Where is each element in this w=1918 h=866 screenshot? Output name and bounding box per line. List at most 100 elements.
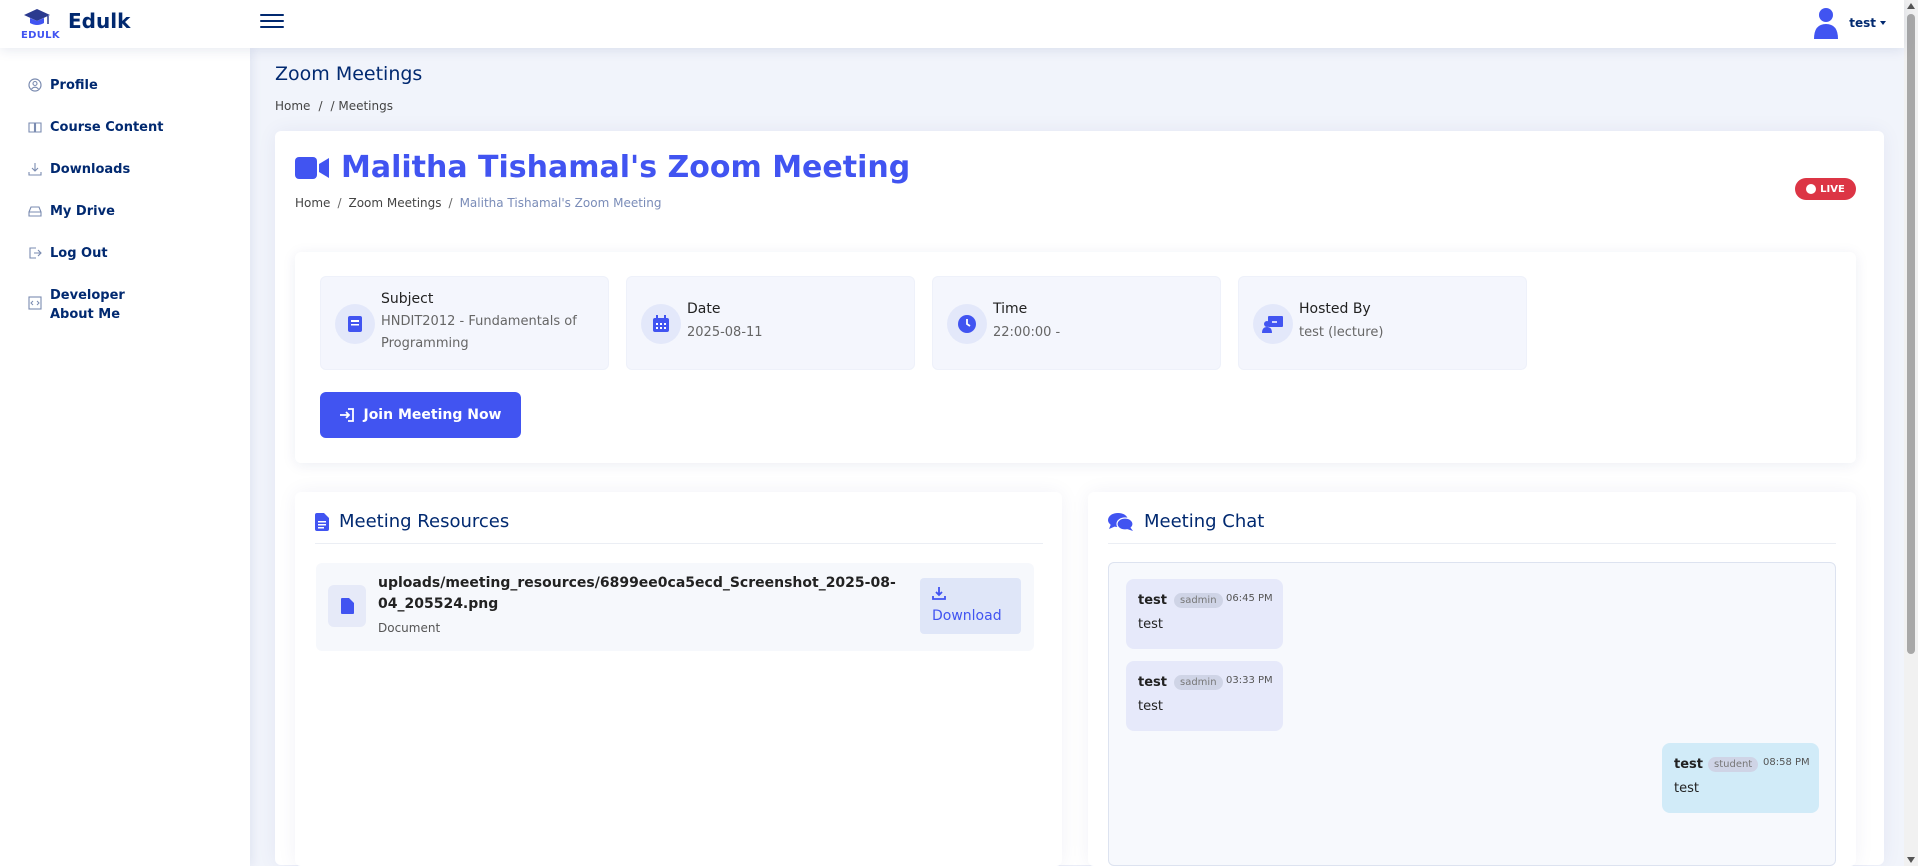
host-value: test (lecture) (1299, 325, 1384, 340)
message-text: test (1138, 617, 1163, 632)
download-button[interactable]: Download (920, 578, 1021, 634)
message-user: test (1138, 675, 1167, 690)
meeting-title: Malitha Tishamal's Zoom Meeting (341, 150, 911, 185)
breadcrumb-home-link[interactable]: Home (295, 196, 330, 210)
info-host: Hosted By test (lecture) (1238, 276, 1527, 370)
profile-dropdown[interactable]: test (1813, 6, 1886, 40)
meeting-title-row: Malitha Tishamal's Zoom Meeting (295, 150, 910, 185)
host-label: Hosted By (1299, 301, 1371, 317)
time-label: Time (993, 301, 1028, 317)
live-label: LIVE (1820, 183, 1845, 195)
logout-icon (29, 247, 42, 259)
page-title: Zoom Meetings (275, 63, 423, 85)
file-icon (315, 512, 329, 531)
subject-value: HNDIT2012 - Fundamentals of Programming (381, 314, 577, 351)
sidebar-item-log-out[interactable]: Log Out (28, 244, 108, 263)
breadcrumb: Home / / Meetings (275, 99, 401, 113)
resource-item: uploads/meeting_resources/6899ee0ca5ecd_… (316, 563, 1034, 651)
calendar-icon (641, 304, 681, 344)
resources-panel (295, 492, 1062, 866)
drive-icon (28, 206, 42, 217)
breadcrumb-current: / Meetings (330, 99, 393, 113)
sidebar-item-course-content[interactable]: Course Content (28, 118, 163, 137)
message-time: 03:33 PM (1226, 675, 1273, 686)
comments-icon (1108, 512, 1134, 531)
chat-title: Meeting Chat (1144, 511, 1265, 532)
logo-icon: EDULK (20, 2, 60, 44)
sidebar-item-developer[interactable]: Developer About Me (28, 286, 125, 324)
date-value: 2025-08-11 (687, 325, 763, 340)
presenter-icon (1253, 304, 1293, 344)
message-text: test (1674, 781, 1699, 796)
person-circle-icon (28, 78, 42, 92)
clock-icon (947, 304, 987, 344)
subject-label: Subject (381, 291, 434, 307)
sidebar-item-label: Course Content (50, 120, 164, 135)
chat-header: Meeting Chat (1108, 511, 1264, 532)
info-subject: Subject HNDIT2012 - Fundamentals of Prog… (320, 276, 609, 370)
info-time: Time 22:00:00 - (932, 276, 1221, 370)
user-avatar-icon (1813, 6, 1839, 40)
message-role-badge: sadmin (1174, 675, 1223, 690)
sign-in-icon (340, 408, 355, 422)
sidebar-item-label: Developer (50, 288, 125, 303)
logo[interactable]: EDULK Edulk (20, 2, 130, 44)
download-label: Download (932, 608, 1002, 624)
chat-message: test sadmin 03:33 PM test (1126, 661, 1283, 731)
page-scrollbar[interactable] (1904, 0, 1918, 866)
resources-header: Meeting Resources (315, 511, 509, 532)
header: EDULK Edulk test (0, 0, 1904, 48)
sidebar-item-downloads[interactable]: Downloads (28, 160, 130, 179)
sidebar-item-my-drive[interactable]: My Drive (28, 202, 115, 221)
join-meeting-button[interactable]: Join Meeting Now (320, 392, 521, 438)
file-icon (328, 585, 366, 627)
breadcrumb-separator: / (448, 196, 453, 210)
scroll-down-icon[interactable] (1907, 857, 1915, 863)
sidebar-item-label: My Drive (50, 204, 115, 219)
breadcrumb-zoom-meetings-link[interactable]: Zoom Meetings (348, 196, 441, 210)
breadcrumb-current: Malitha Tishamal's Zoom Meeting (459, 196, 662, 210)
book-icon (28, 122, 42, 133)
sidebar-item-label: Profile (50, 78, 98, 93)
message-time: 06:45 PM (1226, 593, 1273, 604)
book-icon (335, 304, 375, 344)
date-label: Date (687, 301, 721, 317)
divider (315, 543, 1043, 544)
join-meeting-label: Join Meeting Now (363, 407, 502, 423)
brand-name: Edulk (68, 9, 131, 33)
scrollbar-thumb[interactable] (1907, 14, 1915, 654)
sidebar-item-label: Log Out (50, 246, 108, 261)
live-dot-icon (1806, 184, 1817, 194)
message-role-badge: student (1708, 757, 1759, 772)
message-user: test (1674, 757, 1703, 772)
resource-name: uploads/meeting_resources/6899ee0ca5ecd_… (378, 575, 896, 612)
message-text: test (1138, 699, 1163, 714)
download-icon (932, 587, 946, 600)
chat-message-own: test student 08:58 PM test (1662, 743, 1819, 813)
sidebar-item-label: Downloads (50, 162, 131, 177)
breadcrumb-separator: / (318, 99, 323, 113)
resources-title: Meeting Resources (339, 511, 510, 532)
chat-message: test sadmin 06:45 PM test (1126, 579, 1283, 649)
time-value: 22:00:00 - (993, 325, 1061, 340)
info-date: Date 2025-08-11 (626, 276, 915, 370)
code-icon (28, 296, 42, 310)
video-camera-icon (295, 156, 329, 179)
breadcrumb-separator: / (337, 196, 342, 210)
sidebar-item-label-2: About Me (50, 307, 121, 322)
download-icon (28, 163, 42, 176)
chevron-down-icon (1880, 21, 1886, 25)
message-user: test (1138, 593, 1167, 608)
divider (1108, 543, 1836, 544)
message-role-badge: sadmin (1174, 593, 1223, 608)
live-status-badge: LIVE (1795, 178, 1856, 200)
profile-name: test (1849, 16, 1876, 30)
chat-messages: test sadmin 06:45 PM test test sadmin 03… (1108, 562, 1836, 866)
message-time: 08:58 PM (1763, 757, 1810, 768)
sidebar-toggle-icon[interactable] (260, 10, 284, 34)
breadcrumb-home-link[interactable]: Home (275, 99, 310, 113)
logo-small-text: EDULK (21, 30, 60, 41)
sidebar-item-profile[interactable]: Profile (28, 76, 98, 95)
resource-type: Document (378, 621, 441, 635)
scroll-up-icon[interactable] (1907, 3, 1915, 9)
